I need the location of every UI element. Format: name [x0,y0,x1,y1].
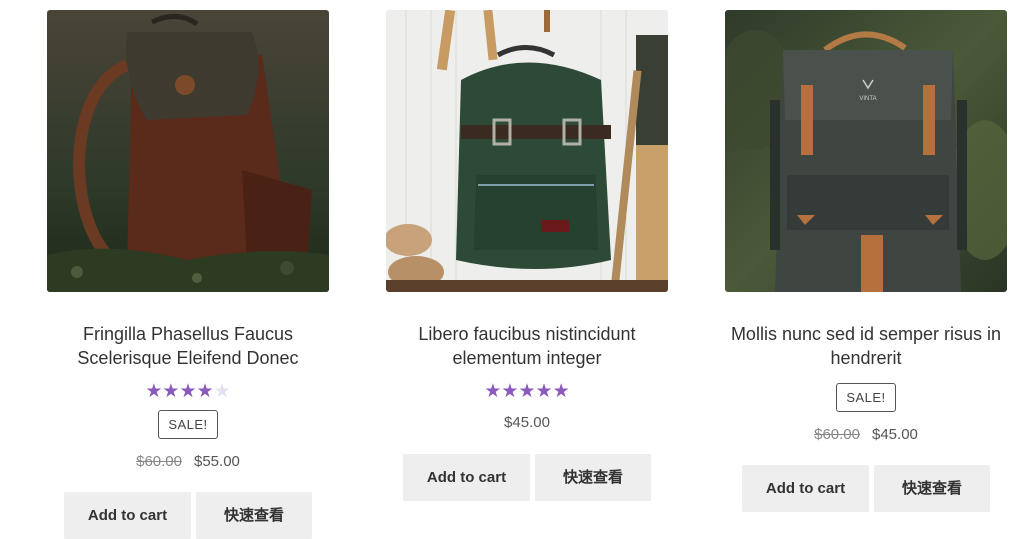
star-icon: ★ [552,381,570,402]
product-card-3: VINTA Mollis nunc sed id semper risus in… [725,10,1007,512]
product-title[interactable]: Mollis nunc sed id semper risus in hendr… [725,322,1007,370]
current-price: $45.00 [872,426,918,443]
brand-logo-text: VINTA [859,96,876,102]
price: $60.00 $45.00 [725,426,1007,443]
product-image-brown-leather-backpack[interactable] [47,10,329,292]
star-rating: ★★★★★ [386,382,668,402]
sale-badge: SALE! [158,410,218,439]
star-icon: ★ [162,381,180,402]
star-icon: ★ [518,381,536,402]
add-to-cart-button[interactable]: Add to cart [742,465,869,512]
quick-view-button[interactable]: 快速查看 [535,454,651,501]
product-card-1: Fringilla Phasellus Faucus Scelerisque E… [47,10,329,539]
add-to-cart-button[interactable]: Add to cart [403,454,530,501]
product-card-2: Libero faucibus nistincidunt elementum i… [386,10,668,501]
sale-badge: SALE! [836,383,896,412]
star-empty-icon: ★ [213,381,231,402]
product-image-grey-rucksack[interactable]: VINTA [725,10,1007,292]
star-rating: ★★★★★ [47,382,329,402]
product-title[interactable]: Libero faucibus nistincidunt elementum i… [386,322,668,370]
add-to-cart-button[interactable]: Add to cart [64,492,191,539]
current-price: $55.00 [194,453,240,470]
product-title[interactable]: Fringilla Phasellus Faucus Scelerisque E… [47,322,329,370]
old-price: $60.00 [136,453,182,470]
star-icon: ★ [196,381,214,402]
star-icon: ★ [484,381,502,402]
quick-view-button[interactable]: 快速查看 [874,465,990,512]
current-price: $45.00 [504,414,550,431]
star-icon: ★ [501,381,519,402]
star-icon: ★ [179,381,197,402]
price: $45.00 [386,414,668,431]
price: $60.00 $55.00 [47,453,329,470]
old-price: $60.00 [814,426,860,443]
star-icon: ★ [145,381,163,402]
quick-view-button[interactable]: 快速查看 [196,492,312,539]
product-image-green-canvas-backpack[interactable] [386,10,668,292]
star-icon: ★ [535,381,553,402]
